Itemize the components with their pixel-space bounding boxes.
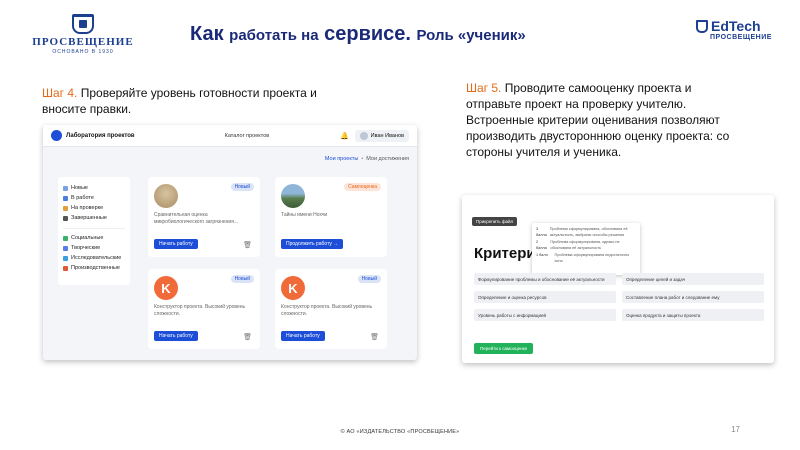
step5-body: Проводите самооценку проекта и отправьте… — [466, 81, 730, 159]
project-card[interactable]: Новый Сравнительная оценка микробиологич… — [148, 177, 260, 257]
title-part1: Как — [190, 23, 224, 45]
projects-lab-screenshot: Лаборатория проектов Каталог проектов 🔔 … — [43, 125, 417, 360]
prosveshchenie-logo: ПРОСВЕЩЕНИЕ ОСНОВАНО В 1930 — [28, 14, 138, 55]
tab-achievements[interactable]: Мои достижения — [366, 156, 409, 162]
sidebar-item-done[interactable]: Завершенные — [63, 213, 125, 223]
edtech-name: EdTech — [711, 18, 761, 34]
status-badge: Самооценка — [344, 183, 381, 191]
step5-label: Шаг 5. — [466, 81, 502, 95]
sidebar-label: Завершенные — [71, 215, 107, 221]
title-part2: работать на — [229, 27, 319, 44]
logo-since: ОСНОВАНО В 1930 — [52, 49, 114, 55]
sidebar-item-review[interactable]: На проверке — [63, 203, 125, 213]
sidebar-item-social[interactable]: Социальные — [63, 233, 125, 243]
trash-icon[interactable]: 🗑 — [370, 333, 379, 341]
tooltip-value: Проблема сформулирована, обоснована её а… — [549, 227, 628, 237]
catalog-link[interactable]: Каталог проектов — [225, 133, 270, 139]
app-brand: Лаборатория проектов — [66, 132, 135, 139]
project-card[interactable]: Новый K Конструктор проекта. Высокий уро… — [275, 269, 387, 349]
logo-name: ПРОСВЕЩЕНИЕ — [32, 36, 134, 48]
step5-text: Шаг 5. Проводите самооценку проекта и от… — [466, 80, 746, 160]
tab-my-projects[interactable]: Мои проекты — [325, 156, 358, 162]
project-title: Сравнительная оценка микробиологического… — [154, 212, 239, 225]
constructor-k-icon: K — [281, 276, 305, 300]
project-title: Конструктор проекта. Высокий уровень сло… — [281, 304, 373, 317]
project-title: Тайны имени Нохчи — [281, 212, 328, 218]
sidebar: Новые В работе На проверке Завершенные С… — [58, 177, 130, 285]
status-badge: Новый — [230, 275, 254, 283]
start-work-button[interactable]: Начать работу — [281, 331, 325, 341]
project-card[interactable]: Новый K Конструктор проекта. Высокий уро… — [148, 269, 260, 349]
criteria-heading: Критери — [474, 245, 536, 262]
edtech-logo: EdTech ПРОСВЕЩЕНИЕ — [696, 18, 778, 41]
brush-icon — [63, 245, 68, 251]
project-thumbnail — [281, 184, 305, 208]
criteria-screenshot: Прикрепить файл Критери 3 балла Проблема … — [462, 195, 774, 363]
continue-work-button[interactable]: Продолжить работу → — [281, 239, 344, 249]
sidebar-label: В работе — [71, 195, 94, 201]
bell-icon[interactable]: 🔔 — [340, 132, 349, 140]
crest-small-icon — [696, 19, 708, 33]
step4-label: Шаг 4. — [42, 86, 78, 100]
sidebar-label: Творческие — [71, 245, 101, 251]
sidebar-item-new[interactable]: Новые — [63, 183, 125, 193]
status-badge: Новый — [230, 183, 254, 191]
go-to-self-assessment-button[interactable]: Перейти к самооценке — [474, 343, 534, 354]
project-title: Конструктор проекта. Высокий уровень сло… — [154, 304, 246, 317]
sidebar-item-creative[interactable]: Творческие — [63, 243, 125, 253]
sidebar-label: На проверке — [71, 205, 104, 211]
lab-logo-icon — [51, 130, 62, 141]
criterion-row[interactable]: Оценка продукта и защиты проекта — [622, 309, 764, 321]
sidebar-label: Производственные — [71, 265, 120, 271]
tooltip-key: 2 балла — [536, 240, 547, 250]
tooltip-key: 3 балла — [536, 227, 547, 237]
criterion-row[interactable]: Уровень работы с информацией — [474, 309, 616, 321]
sidebar-item-inwork[interactable]: В работе — [63, 193, 125, 203]
edtech-sub: ПРОСВЕЩЕНИЕ — [710, 34, 772, 41]
sidebar-label: Социальные — [71, 235, 104, 241]
project-thumbnail — [154, 184, 178, 208]
title-part4: Роль «ученик» — [416, 27, 526, 44]
sidebar-item-production[interactable]: Производственные — [63, 263, 125, 273]
project-card[interactable]: Самооценка Тайны имени Нохчи Продолжить … — [275, 177, 387, 257]
sidebar-label: Новые — [71, 185, 88, 191]
share-icon — [63, 235, 68, 241]
criterion-row[interactable]: Определение и оценка ресурсов — [474, 291, 616, 303]
work-icon — [63, 195, 68, 201]
status-badge: Новый — [357, 275, 381, 283]
start-work-button[interactable]: Начать работу — [154, 331, 198, 341]
user-name: Иван Иванов — [370, 132, 404, 139]
attach-file-button[interactable]: Прикрепить файл — [472, 217, 518, 226]
criterion-row[interactable]: Определение целей и задач — [622, 273, 764, 285]
slide: ПРОСВЕЩЕНИЕ ОСНОВАНО В 1930 EdTech ПРОСВ… — [0, 0, 800, 450]
criteria-tooltip: 3 балла Проблема сформулирована, обоснова… — [532, 223, 640, 275]
trash-icon[interactable]: 🗑 — [243, 241, 252, 249]
title-part3: сервисе. — [324, 23, 411, 45]
sidebar-label: Исследовательские — [71, 255, 122, 261]
criterion-row[interactable]: Составление плана работ и следование ему — [622, 291, 764, 303]
step4-text: Шаг 4. Проверяйте уровень готовности про… — [42, 85, 362, 117]
tabs: Мои проекты • Мои достижения — [324, 156, 409, 162]
review-icon — [63, 205, 68, 211]
tooltip-value: Проблема сформулирована, однако не обосн… — [550, 240, 620, 250]
criterion-row[interactable]: Формулирование проблемы и обоснование её… — [474, 273, 616, 285]
start-work-button[interactable]: Начать работу — [154, 239, 198, 249]
constructor-k-icon: K — [154, 276, 178, 300]
app-header: Лаборатория проектов Каталог проектов 🔔 … — [43, 125, 417, 147]
avatar — [359, 131, 368, 140]
factory-icon — [63, 265, 68, 271]
tooltip-key: 1 балл — [536, 253, 548, 257]
copyright-footer: © АО «ИЗДАТЕЛЬСТВО «ПРОСВЕЩЕНИЕ» — [340, 429, 460, 435]
tooltip-value: Проблема сформулирована недостаточно ясн… — [554, 253, 630, 263]
trash-icon[interactable]: 🗑 — [243, 333, 252, 341]
flag-icon — [63, 215, 68, 221]
crest-icon — [72, 14, 94, 34]
page-title: Как работать на сервисе. Роль «ученик» — [190, 23, 526, 46]
research-icon — [63, 255, 68, 261]
step4-body: Проверяйте уровень готовности проекта и … — [42, 86, 317, 116]
sidebar-item-research[interactable]: Исследовательские — [63, 253, 125, 263]
page-number: 17 — [731, 425, 740, 434]
user-menu[interactable]: Иван Иванов — [354, 129, 409, 142]
folder-icon — [63, 185, 68, 191]
